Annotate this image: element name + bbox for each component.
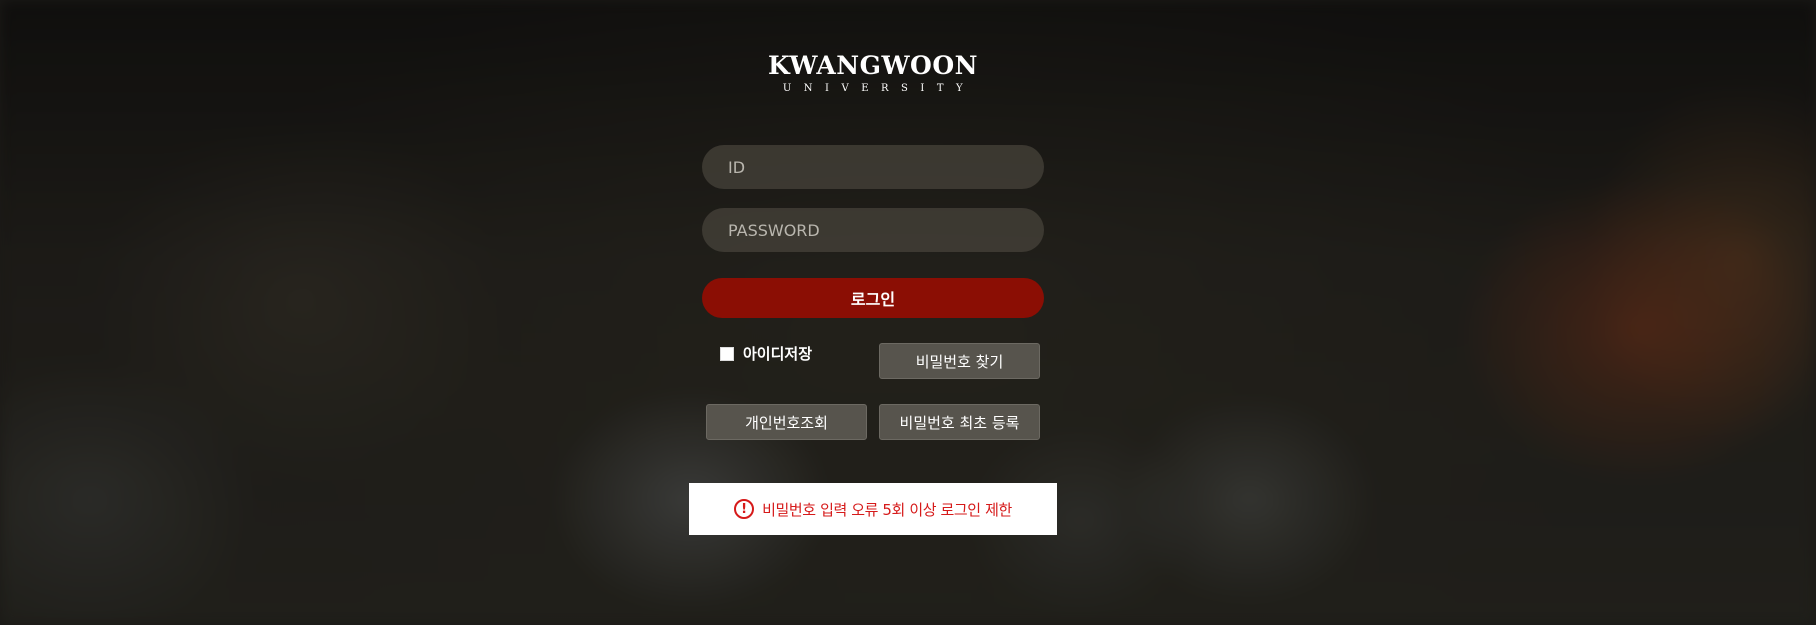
login-page: KWANGWOON UNIVERSITY 로그인 아이디저장 비밀번호 찾기 개… [0,0,1816,625]
login-limit-notice: ! 비밀번호 입력 오류 5회 이상 로그인 제한 [689,483,1057,535]
university-logo: KWANGWOON UNIVERSITY [758,52,988,96]
id-input[interactable] [702,145,1044,189]
exclamation-circle-icon: ! [734,499,755,519]
remember-id-option[interactable]: 아이디저장 [720,344,812,364]
remember-id-label: 아이디저장 [743,345,813,363]
logo-wordmark: KWANGWOON [768,51,978,80]
logo-subtitle: UNIVERSITY [782,83,976,94]
find-password-button[interactable]: 비밀번호 찾기 [879,343,1040,379]
initial-password-register-button[interactable]: 비밀번호 최초 등록 [879,404,1040,440]
notice-text: 비밀번호 입력 오류 5회 이상 로그인 제한 [762,500,1012,519]
password-input[interactable] [702,208,1044,252]
remember-id-checkbox[interactable] [720,347,734,361]
personal-number-lookup-button[interactable]: 개인번호조회 [706,404,867,440]
login-button[interactable]: 로그인 [702,278,1044,318]
